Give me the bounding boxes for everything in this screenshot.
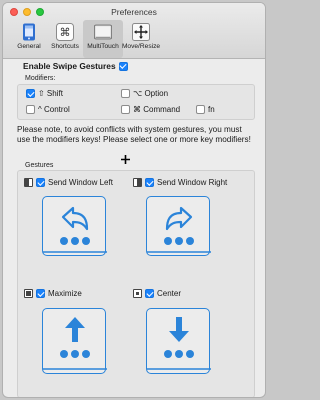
arrow-forward-icon xyxy=(147,206,211,253)
command-checkbox[interactable] xyxy=(121,105,130,114)
window-center-icon xyxy=(133,289,142,298)
tab-multitouch[interactable]: MultiTouch xyxy=(83,20,123,58)
tab-move-resize-label: Move/Resize xyxy=(121,43,161,50)
window-left-icon xyxy=(24,178,33,187)
option-checkbox[interactable] xyxy=(121,89,130,98)
multitouch-pane: Enable Swipe Gestures Modifiers: ⇧ Shift… xyxy=(3,59,265,397)
arrow-down-icon xyxy=(147,317,211,370)
maximize-gesture-preview[interactable] xyxy=(42,308,107,374)
tab-shortcuts-label: Shortcuts xyxy=(51,43,79,50)
center-checkbox[interactable] xyxy=(145,289,154,298)
command-key-icon: ⌘ xyxy=(56,23,74,41)
enable-swipe-row: Enable Swipe Gestures xyxy=(23,61,128,71)
window-right-icon xyxy=(133,178,142,187)
modifiers-group: ⇧ Shift ⌥ Option ^ Control ⌘ Command fn xyxy=(17,84,255,120)
shift-checkbox[interactable] xyxy=(26,89,35,98)
tab-multitouch-label: MultiTouch xyxy=(87,43,119,50)
send-left-checkbox[interactable] xyxy=(36,178,45,187)
tab-general[interactable]: General xyxy=(11,20,47,58)
shift-label: ⇧ Shift xyxy=(38,89,63,98)
send-left-gesture-preview[interactable] xyxy=(42,196,107,256)
send-left-label: Send Window Left xyxy=(48,178,113,187)
gesture-send-left[interactable]: Send Window Left xyxy=(24,178,113,187)
modifiers-title: Modifiers: xyxy=(25,75,56,82)
gesture-send-right[interactable]: Send Window Right xyxy=(133,178,227,187)
gestures-title: Gestures xyxy=(25,162,54,169)
fn-label: fn xyxy=(208,105,215,114)
option-label: ⌥ Option xyxy=(133,89,169,98)
tab-shortcuts[interactable]: ⌘ Shortcuts xyxy=(47,20,83,58)
center-gesture-preview[interactable] xyxy=(146,308,211,374)
modifier-fn[interactable]: fn xyxy=(196,105,215,114)
svg-text:⌘: ⌘ xyxy=(60,26,71,39)
modifier-option[interactable]: ⌥ Option xyxy=(121,89,168,98)
preferences-window: Preferences General ⌘ Shortcuts MultiTou… xyxy=(2,2,266,398)
window-title: Preferences xyxy=(111,7,157,17)
arrow-up-icon xyxy=(43,317,107,370)
enable-swipe-checkbox[interactable] xyxy=(118,61,128,71)
maximize-label: Maximize xyxy=(48,289,82,298)
tab-general-label: General xyxy=(17,43,41,50)
gesture-center[interactable]: Center xyxy=(133,289,181,298)
send-right-checkbox[interactable] xyxy=(145,178,154,187)
center-label: Center xyxy=(157,289,182,298)
modifier-warning-note: Please note, to avoid conflicts with sys… xyxy=(17,125,251,144)
maximize-checkbox[interactable] xyxy=(36,289,45,298)
modifier-command[interactable]: ⌘ Command xyxy=(121,105,180,114)
gestures-group: Send Window Left Send Window Right Maxim… xyxy=(17,170,255,397)
arrow-back-icon xyxy=(43,206,107,253)
title-bar: Preferences General ⌘ Shortcuts MultiTou… xyxy=(3,3,265,59)
trackpad-icon xyxy=(94,23,112,41)
send-right-gesture-preview[interactable] xyxy=(146,196,211,256)
control-label: ^ Control xyxy=(38,105,70,114)
send-right-label: Send Window Right xyxy=(157,178,228,187)
modifier-shift[interactable]: ⇧ Shift xyxy=(26,89,63,98)
gesture-maximize[interactable]: Maximize xyxy=(24,289,82,298)
phone-icon xyxy=(20,23,38,41)
tab-move-resize[interactable]: Move/Resize xyxy=(121,20,161,58)
move-arrows-icon xyxy=(132,23,150,41)
toolbar: General ⌘ Shortcuts MultiTouch Move/Resi… xyxy=(11,20,161,58)
window-maximize-icon xyxy=(24,289,33,298)
cursor-icon xyxy=(121,155,130,164)
enable-swipe-label: Enable Swipe Gestures xyxy=(23,61,116,71)
command-label: ⌘ Command xyxy=(133,105,181,114)
fn-checkbox[interactable] xyxy=(196,105,205,114)
control-checkbox[interactable] xyxy=(26,105,35,114)
modifier-control[interactable]: ^ Control xyxy=(26,105,70,114)
